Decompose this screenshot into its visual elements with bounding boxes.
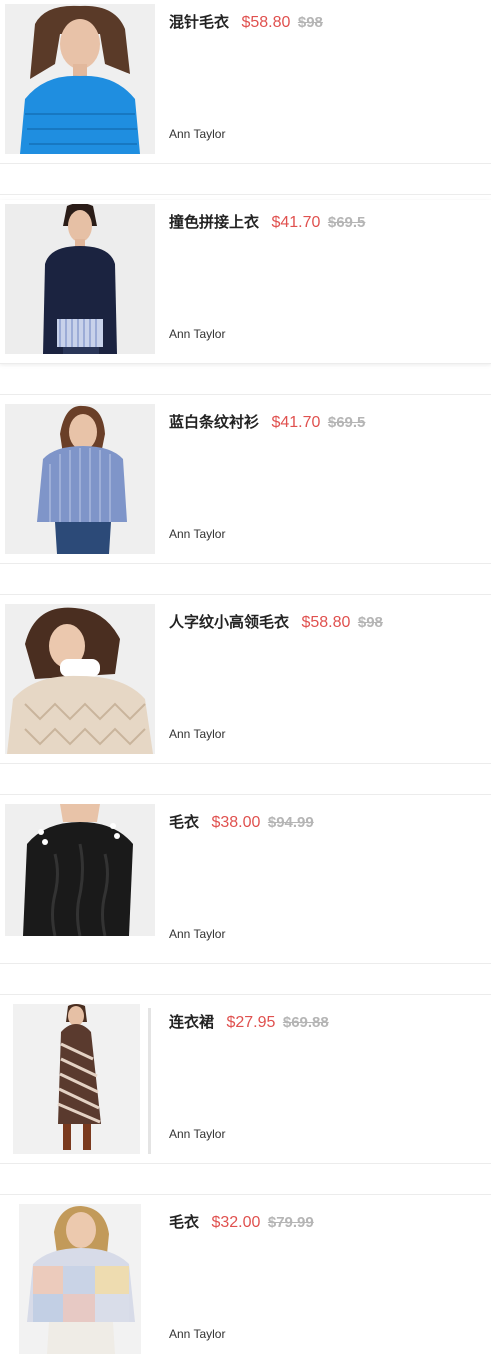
product-image[interactable] [5, 4, 155, 154]
sale-price: $32.00 [211, 1214, 261, 1231]
product-title[interactable]: 毛衣 [169, 1213, 199, 1231]
sale-price: $27.95 [226, 1014, 276, 1031]
product-title[interactable]: 混针毛衣 [169, 13, 229, 31]
scroll-divider [148, 1008, 151, 1154]
brand-name: Ann Taylor [169, 1127, 226, 1141]
original-price: $98 [357, 614, 383, 631]
product-image[interactable] [5, 204, 155, 354]
brand-name: Ann Taylor [169, 327, 226, 341]
product-title[interactable]: 人字纹小高领毛衣 [169, 613, 289, 631]
product-card[interactable]: 毛衣 $32.00 $79.99 Ann Taylor [0, 1200, 491, 1355]
original-price: $94.99 [267, 814, 314, 831]
divider [0, 594, 491, 595]
divider [0, 1194, 491, 1195]
original-price: $69.88 [282, 1014, 329, 1031]
product-title[interactable]: 蓝白条纹衬衫 [169, 413, 259, 431]
product-info: 混针毛衣 $58.80 $98 [169, 10, 483, 35]
product-card[interactable]: 毛衣 $38.00 $94.99 Ann Taylor [0, 800, 491, 964]
divider [0, 394, 491, 395]
product-info: 蓝白条纹衬衫 $41.70 $69.5 [169, 410, 483, 435]
brand-name: Ann Taylor [169, 127, 226, 141]
product-image[interactable] [19, 1204, 141, 1354]
divider [0, 994, 491, 995]
product-info: 毛衣 $38.00 $94.99 [169, 810, 483, 835]
product-info: 人字纹小高领毛衣 $58.80 $98 [169, 610, 483, 635]
product-card[interactable]: 撞色拼接上衣 $41.70 $69.5 Ann Taylor [0, 200, 491, 364]
product-info: 毛衣 $32.00 $79.99 [169, 1210, 483, 1235]
brand-name: Ann Taylor [169, 727, 226, 741]
sale-price: $41.70 [271, 414, 321, 431]
product-image[interactable] [13, 1004, 140, 1154]
brand-name: Ann Taylor [169, 527, 226, 541]
product-card[interactable]: 蓝白条纹衬衫 $41.70 $69.5 Ann Taylor [0, 400, 491, 564]
product-title[interactable]: 连衣裙 [169, 1013, 214, 1031]
product-info: 撞色拼接上衣 $41.70 $69.5 [169, 210, 483, 235]
sale-price: $58.80 [241, 14, 291, 31]
brand-name: Ann Taylor [169, 1327, 226, 1341]
sale-price: $58.80 [301, 614, 351, 631]
divider [0, 194, 491, 195]
product-info: 连衣裙 $27.95 $69.88 [169, 1010, 483, 1035]
brand-name: Ann Taylor [169, 927, 226, 941]
original-price: $69.5 [327, 214, 366, 231]
product-image[interactable] [5, 604, 155, 754]
product-card[interactable]: 人字纹小高领毛衣 $58.80 $98 Ann Taylor [0, 600, 491, 764]
product-title[interactable]: 毛衣 [169, 813, 199, 831]
sale-price: $38.00 [211, 814, 261, 831]
sale-price: $41.70 [271, 214, 321, 231]
product-image[interactable] [5, 404, 155, 554]
original-price: $69.5 [327, 414, 366, 431]
divider [0, 794, 491, 795]
product-card[interactable]: 混针毛衣 $58.80 $98 Ann Taylor [0, 0, 491, 164]
product-title[interactable]: 撞色拼接上衣 [169, 213, 259, 231]
original-price: $79.99 [267, 1214, 314, 1231]
product-card[interactable]: 连衣裙 $27.95 $69.88 Ann Taylor [0, 1000, 491, 1164]
original-price: $98 [297, 14, 323, 31]
product-image[interactable] [5, 804, 155, 936]
